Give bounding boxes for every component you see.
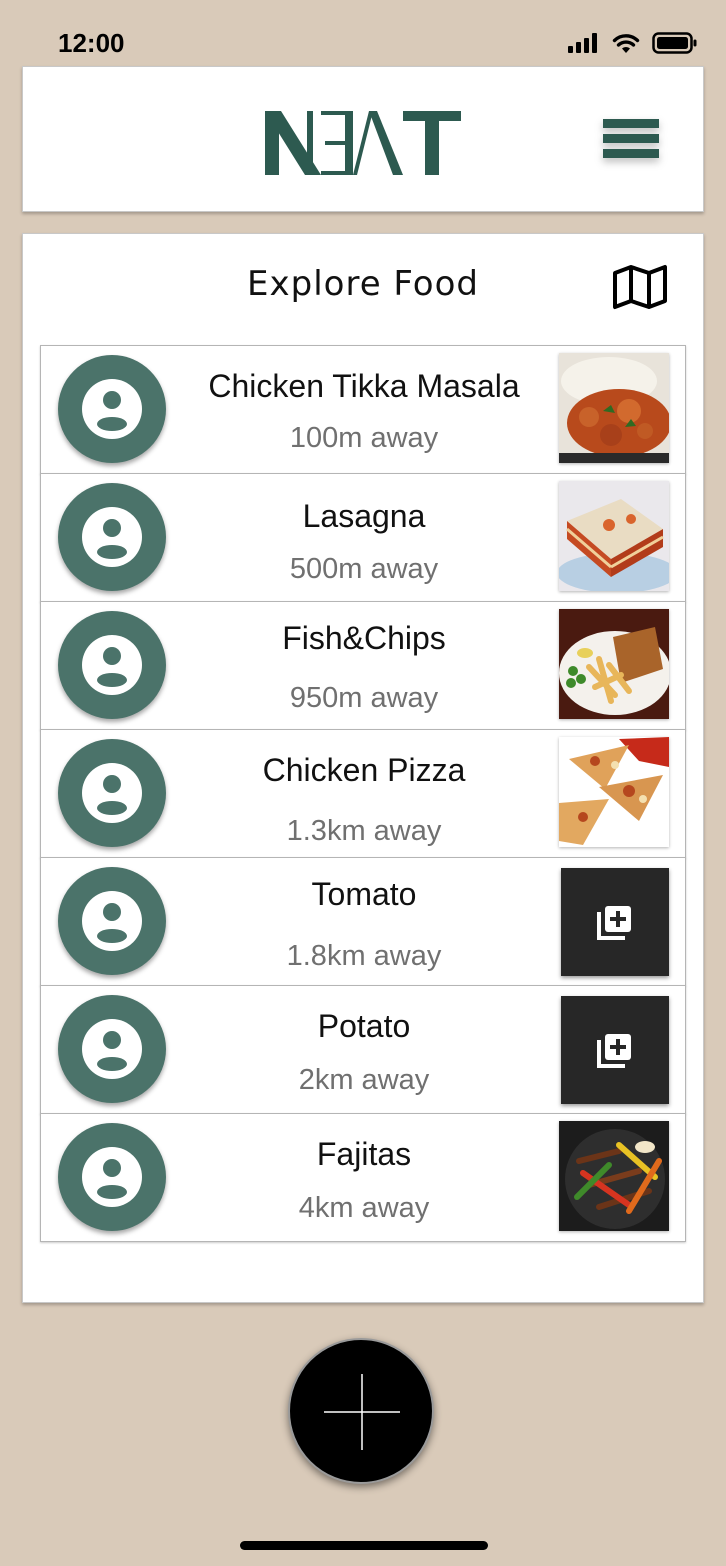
neat-logo	[265, 111, 461, 175]
food-item-tomato[interactable]: Tomato 1.8km away	[40, 857, 686, 986]
food-distance: 1.3km away	[286, 815, 442, 847]
person-icon	[82, 1019, 142, 1079]
food-item-fajitas[interactable]: Fajitas 4km away	[40, 1113, 686, 1242]
plus-icon	[324, 1374, 400, 1450]
food-list: Chicken Tikka Masala 100m away Lasagna 5…	[40, 345, 686, 1242]
food-photo-fajitas[interactable]	[559, 1121, 669, 1231]
food-name: Chicken Pizza	[262, 752, 466, 788]
food-photo-fish-and-chips[interactable]	[559, 609, 669, 719]
menu-button[interactable]	[601, 117, 661, 161]
add-photo-library-icon	[597, 906, 631, 940]
home-indicator[interactable]	[240, 1541, 488, 1550]
person-icon	[82, 763, 142, 823]
avatar[interactable]	[58, 1123, 166, 1231]
wifi-icon	[612, 34, 640, 53]
food-name: Lasagna	[302, 498, 426, 534]
food-distance: 100m away	[289, 422, 439, 454]
person-icon	[82, 891, 142, 951]
avatar[interactable]	[58, 611, 166, 719]
person-icon	[82, 507, 142, 567]
food-photo	[559, 609, 669, 719]
explore-food-panel: Explore Food Chicken Tikka Masala 100m a…	[22, 233, 704, 1303]
food-photo-chicken-pizza[interactable]	[559, 737, 669, 847]
food-name: Potato	[317, 1008, 411, 1044]
person-icon	[82, 1147, 142, 1207]
person-icon	[82, 379, 142, 439]
avatar[interactable]	[58, 355, 166, 463]
app-header	[22, 66, 704, 212]
hamburger-menu-icon	[603, 119, 659, 158]
food-item-chicken-pizza[interactable]: Chicken Pizza 1.3km away	[40, 729, 686, 858]
map-button[interactable]	[612, 264, 668, 310]
food-name: Fish&Chips	[282, 620, 446, 656]
food-distance: 4km away	[298, 1192, 430, 1224]
avatar[interactable]	[58, 867, 166, 975]
cellular-signal-icon	[568, 33, 597, 53]
add-photo-library-icon	[597, 1034, 631, 1068]
page-title: Explore Food	[247, 264, 479, 304]
food-name: Tomato	[311, 876, 417, 912]
status-icons	[568, 32, 698, 54]
food-item-potato[interactable]: Potato 2km away	[40, 985, 686, 1114]
status-bar: 12:00	[0, 0, 726, 64]
food-name: Chicken Tikka Masala	[208, 368, 520, 404]
food-photo-lasagna[interactable]	[559, 481, 669, 591]
food-item-lasagna[interactable]: Lasagna 500m away	[40, 473, 686, 602]
map-icon	[613, 265, 667, 309]
food-distance: 1.8km away	[286, 940, 442, 972]
food-photo	[559, 353, 669, 463]
food-item-fish-and-chips[interactable]: Fish&Chips 950m away	[40, 601, 686, 730]
food-distance: 950m away	[289, 682, 439, 714]
add-food-button[interactable]	[288, 1338, 434, 1484]
food-name: Fajitas	[316, 1136, 412, 1172]
add-photo-button[interactable]	[561, 996, 669, 1104]
food-photo	[559, 1121, 669, 1231]
food-item-chicken-tikka-masala[interactable]: Chicken Tikka Masala 100m away	[40, 345, 686, 474]
food-distance: 2km away	[298, 1064, 430, 1096]
avatar[interactable]	[58, 483, 166, 591]
food-distance: 500m away	[289, 553, 439, 585]
food-photo	[559, 481, 669, 591]
avatar[interactable]	[58, 995, 166, 1103]
avatar[interactable]	[58, 739, 166, 847]
status-time: 12:00	[58, 28, 125, 58]
person-icon	[82, 635, 142, 695]
food-photo	[559, 737, 669, 847]
battery-icon	[652, 32, 697, 54]
add-photo-button[interactable]	[561, 868, 669, 976]
food-photo-tikka-masala[interactable]	[559, 353, 669, 463]
